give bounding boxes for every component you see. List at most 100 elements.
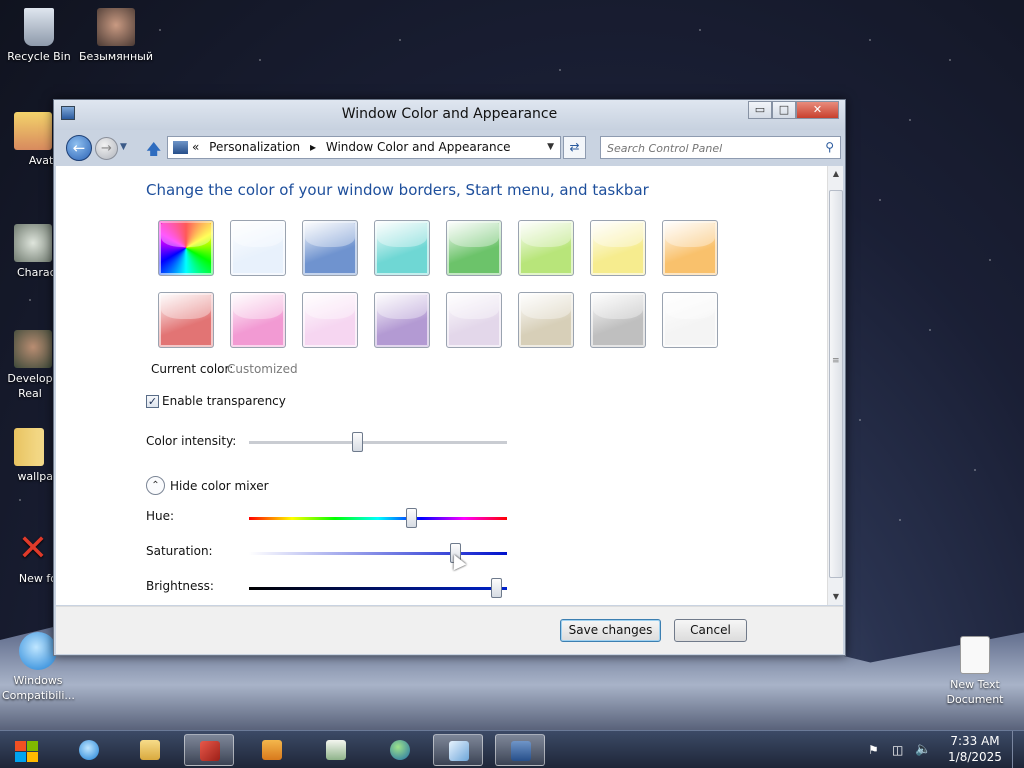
vertical-scrollbar[interactable]: ▲ ≡ ▼ [827, 166, 843, 605]
hue-label: Hue: [146, 509, 175, 523]
color-swatch-fuchsia[interactable] [230, 292, 286, 348]
desktop-icon-label: New Text Document [946, 678, 1004, 706]
color-swatch-pumpkin[interactable] [662, 220, 718, 276]
hide-color-mixer-link[interactable]: Hide color mixer [170, 479, 269, 493]
color-swatch-rainbow[interactable] [158, 220, 214, 276]
window-title: Window Color and Appearance [341, 106, 558, 122]
color-swatch-violet[interactable] [374, 292, 430, 348]
desktop-icon-label: Recycle Bin [7, 50, 71, 63]
maximize-button[interactable]: □ [772, 101, 796, 119]
taskbar-control-panel[interactable] [495, 734, 545, 766]
red-x-icon: ✕ [17, 528, 49, 569]
taskbar-app-red[interactable] [184, 734, 234, 766]
color-intensity-label: Color intensity: [146, 434, 237, 448]
network-icon[interactable]: ◫ [892, 743, 903, 757]
back-button[interactable]: ← [66, 135, 92, 161]
recycle-bin-icon [24, 8, 54, 46]
taskbar-document-app[interactable] [311, 734, 361, 766]
scroll-down-arrow[interactable]: ▼ [828, 589, 844, 605]
brightness-track[interactable] [249, 587, 507, 590]
show-desktop-button[interactable] [1012, 731, 1024, 768]
breadcrumb-window-color[interactable]: Window Color and Appearance [326, 140, 511, 154]
text-document-icon [960, 636, 990, 674]
caption-buttons: ▭ □ ✕ [748, 101, 839, 119]
control-panel-icon [173, 141, 188, 154]
window-color-appearance: Window Color and Appearance ▭ □ ✕ ← → ▼ … [53, 99, 846, 656]
desktop-icon-label: Charact [16, 266, 60, 279]
up-arrow-icon[interactable]: 🡅 [146, 139, 161, 164]
color-swatch-blush[interactable] [302, 292, 358, 348]
minimize-button[interactable]: ▭ [748, 101, 772, 119]
taskbar: ⚑ ◫ 🔈 7:33 AM 1/8/2025 [0, 730, 1024, 768]
taskbar-app-active-1[interactable] [433, 734, 483, 766]
address-bar[interactable]: « Personalization ▸ Window Color and App… [167, 136, 561, 159]
photo-icon [14, 330, 52, 368]
cancel-button[interactable]: Cancel [674, 619, 747, 642]
taskbar-internet-explorer[interactable] [64, 734, 114, 766]
color-intensity-slider[interactable] [351, 432, 363, 452]
action-center-flag-icon[interactable]: ⚑ [868, 743, 879, 757]
desktop-icon-avatar[interactable]: Avata [0, 112, 60, 168]
desktop-icon-recycle-bin[interactable]: Recycle Bin [1, 8, 77, 64]
dialog-footer: Save changes Cancel [56, 606, 843, 654]
hue-slider[interactable] [406, 508, 418, 528]
desktop-icon-text-document[interactable]: New Text Document [937, 636, 1013, 707]
color-swatch-chocolate[interactable] [590, 292, 646, 348]
system-clock[interactable]: 7:33 AM 1/8/2025 [935, 733, 1015, 765]
breadcrumb-personalization[interactable]: Personalization [209, 140, 300, 154]
refresh-button[interactable]: ⇄ [563, 136, 586, 159]
close-button[interactable]: ✕ [796, 101, 839, 119]
save-changes-button[interactable]: Save changes [560, 619, 661, 642]
color-swatch-leaf[interactable] [446, 220, 502, 276]
recent-pages-dropdown[interactable]: ▼ [120, 142, 127, 152]
enable-transparency-checkbox[interactable]: ✓ [146, 395, 159, 408]
clock-time: 7:33 AM [950, 734, 1000, 748]
desktop-icon-developer[interactable]: Develop Real [0, 330, 60, 401]
taskbar-file-explorer[interactable] [125, 734, 175, 766]
color-swatch-sea-foam[interactable] [374, 220, 430, 276]
desktop-icon-wallpaper[interactable]: wallpap [0, 428, 60, 484]
search-input[interactable] [601, 138, 811, 159]
color-intensity-track[interactable] [249, 441, 507, 444]
character-map-icon [14, 224, 52, 262]
scroll-up-arrow[interactable]: ▲ [828, 166, 844, 182]
desktop-icon-label: New fol [18, 572, 60, 585]
document-icon [326, 740, 346, 760]
desktop-icon-label: wallpap [17, 470, 60, 483]
color-swatch-lime[interactable] [518, 220, 574, 276]
taskbar-media-player[interactable] [247, 734, 297, 766]
forward-button[interactable]: → [95, 137, 118, 160]
navigation-bar: ← → ▼ 🡅 « Personalization ▸ Window Color… [54, 131, 845, 165]
title-bar[interactable]: Window Color and Appearance ▭ □ ✕ [54, 100, 845, 130]
saturation-track[interactable] [249, 552, 507, 555]
color-swatch-lavender[interactable] [446, 292, 502, 348]
page-heading: Change the color of your window borders,… [146, 181, 649, 199]
chevron-down-icon[interactable]: ▼ [547, 137, 554, 158]
desktop-icon-new-folder[interactable]: ✕ New fol [0, 530, 60, 586]
color-swatch-taupe[interactable] [518, 292, 574, 348]
start-button[interactable] [7, 735, 45, 765]
color-swatch-lemon[interactable] [590, 220, 646, 276]
volume-icon[interactable]: 🔈 [915, 742, 931, 757]
breadcrumb-separator[interactable]: ▸ [310, 140, 316, 154]
search-icon[interactable]: ⚲ [825, 140, 834, 154]
photo-icon [97, 8, 135, 46]
hue-track[interactable] [249, 517, 507, 520]
color-swatch-sky[interactable] [230, 220, 286, 276]
clock-date: 1/8/2025 [948, 750, 1002, 764]
desktop-icon-character[interactable]: Charact [0, 224, 60, 280]
media-player-icon [262, 740, 282, 760]
search-box: ⚲ [600, 136, 841, 159]
taskbar-globe-app[interactable] [375, 734, 425, 766]
desktop-icon-label: Avata [28, 154, 60, 167]
color-swatch-twilight[interactable] [302, 220, 358, 276]
scroll-grip-icon: ≡ [832, 356, 840, 366]
breadcrumb-overflow[interactable]: « [192, 140, 199, 154]
chevron-up-icon[interactable]: ⌃ [146, 476, 165, 495]
desktop-icon-image[interactable]: Безымянный [78, 8, 154, 64]
color-swatch-frost[interactable] [662, 292, 718, 348]
current-color-value: Customized [227, 362, 298, 376]
color-swatch-ruby[interactable] [158, 292, 214, 348]
brightness-slider[interactable] [491, 578, 503, 598]
scroll-thumb[interactable] [829, 190, 843, 578]
